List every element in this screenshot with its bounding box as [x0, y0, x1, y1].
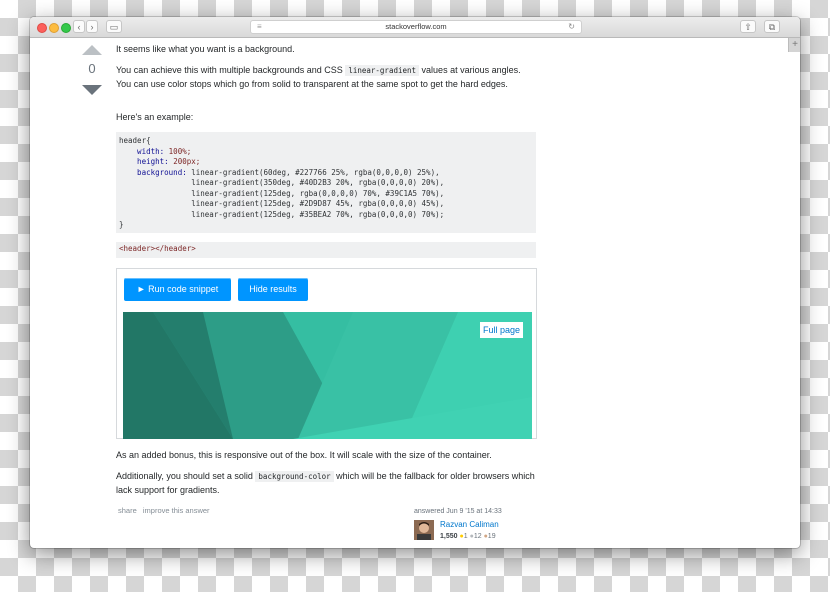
code-line: header{	[119, 136, 151, 145]
address-bar[interactable]: ≡ stackoverflow.com ↻	[250, 20, 582, 34]
answer-paragraph: It seems like what you want is a backgro…	[116, 44, 295, 54]
user-reputation: 1,550 ●1 ●12 ●19	[440, 533, 496, 540]
code-line: }	[119, 220, 124, 229]
snippet-result: Full page	[123, 312, 532, 439]
text: You can achieve this with multiple backg…	[116, 65, 346, 75]
improve-answer-link[interactable]: improve this answer	[143, 506, 210, 515]
answer-paragraph: Additionally, you should set a solid bac…	[116, 470, 541, 496]
maximize-window-button[interactable]	[61, 23, 71, 33]
close-window-button[interactable]	[37, 23, 47, 33]
inline-code: background-color	[255, 471, 334, 482]
upvote-icon[interactable]	[82, 45, 102, 55]
reader-lines-icon[interactable]: ≡	[257, 21, 262, 33]
code-snippet: ► Run code snippet Hide results Full pag…	[116, 268, 537, 439]
bronze-badge-count: 19	[487, 533, 496, 540]
code-line: linear-gradient(125deg, #2D9D87 45%, rgb…	[191, 199, 445, 208]
answer-paragraph: You can achieve this with multiple backg…	[116, 64, 536, 90]
code-line: linear-gradient(125deg, rgba(0,0,0,0) 70…	[191, 188, 445, 198]
reputation-score: 1,550	[440, 533, 458, 540]
code-line: width: 100%;	[119, 146, 192, 156]
gold-badge-count: 1	[463, 533, 468, 540]
html-code-block: <header></header>	[116, 242, 536, 258]
run-code-snippet-button[interactable]: ► Run code snippet	[124, 278, 231, 301]
code-line: linear-gradient(350deg, #40D2B3 20%, rgb…	[191, 178, 445, 187]
full-page-link[interactable]: Full page	[479, 322, 523, 338]
answer-paragraph: As an added bonus, this is responsive ou…	[116, 450, 492, 460]
hide-results-button[interactable]: Hide results	[238, 278, 308, 301]
css-code-block: header{ width: 100%; height: 200px; back…	[116, 132, 536, 233]
gradient-header-preview	[123, 312, 532, 439]
share-link[interactable]: share	[118, 506, 137, 515]
forward-icon[interactable]: ›	[86, 20, 98, 33]
new-tab-icon[interactable]: +	[788, 38, 800, 52]
browser-titlebar: ‹ › ▭ ≡ stackoverflow.com ↻ ⇧ ⧉	[30, 17, 800, 38]
code-line: height: 200px;	[119, 157, 201, 166]
post-menu: share improve this answer	[118, 506, 214, 515]
text: Additionally, you should set a solid	[116, 471, 256, 481]
url-text: stackoverflow.com	[385, 22, 447, 31]
user-card: answered Jun 9 '15 at 14:33 Razvan Calim…	[414, 507, 544, 547]
avatar[interactable]	[414, 520, 434, 540]
share-icon[interactable]: ⇧	[740, 20, 756, 33]
vote-score: 0	[88, 61, 96, 76]
inline-code: linear-gradient	[345, 65, 420, 76]
user-name-link[interactable]: Razvan Caliman	[440, 520, 499, 529]
code-line: background: linear-gradient(60deg, #2277…	[119, 167, 440, 177]
answered-timestamp: answered Jun 9 '15 at 14:33	[414, 508, 502, 515]
downvote-icon[interactable]	[82, 85, 102, 95]
reload-icon[interactable]: ↻	[568, 21, 575, 33]
sidebar-icon[interactable]: ▭	[106, 20, 122, 33]
avatar-image	[414, 520, 434, 540]
back-icon[interactable]: ‹	[73, 20, 85, 33]
silver-badge-count: 12	[473, 533, 482, 540]
code-line: linear-gradient(125deg, #35BEA2 70%, rgb…	[191, 209, 445, 219]
browser-window: ‹ › ▭ ≡ stackoverflow.com ↻ ⇧ ⧉ + 0 It s…	[30, 17, 800, 548]
minimize-window-button[interactable]	[49, 23, 59, 33]
answer-paragraph: Here's an example:	[116, 112, 194, 122]
vote-cell: 0	[82, 45, 102, 95]
tabs-icon[interactable]: ⧉	[764, 20, 780, 33]
